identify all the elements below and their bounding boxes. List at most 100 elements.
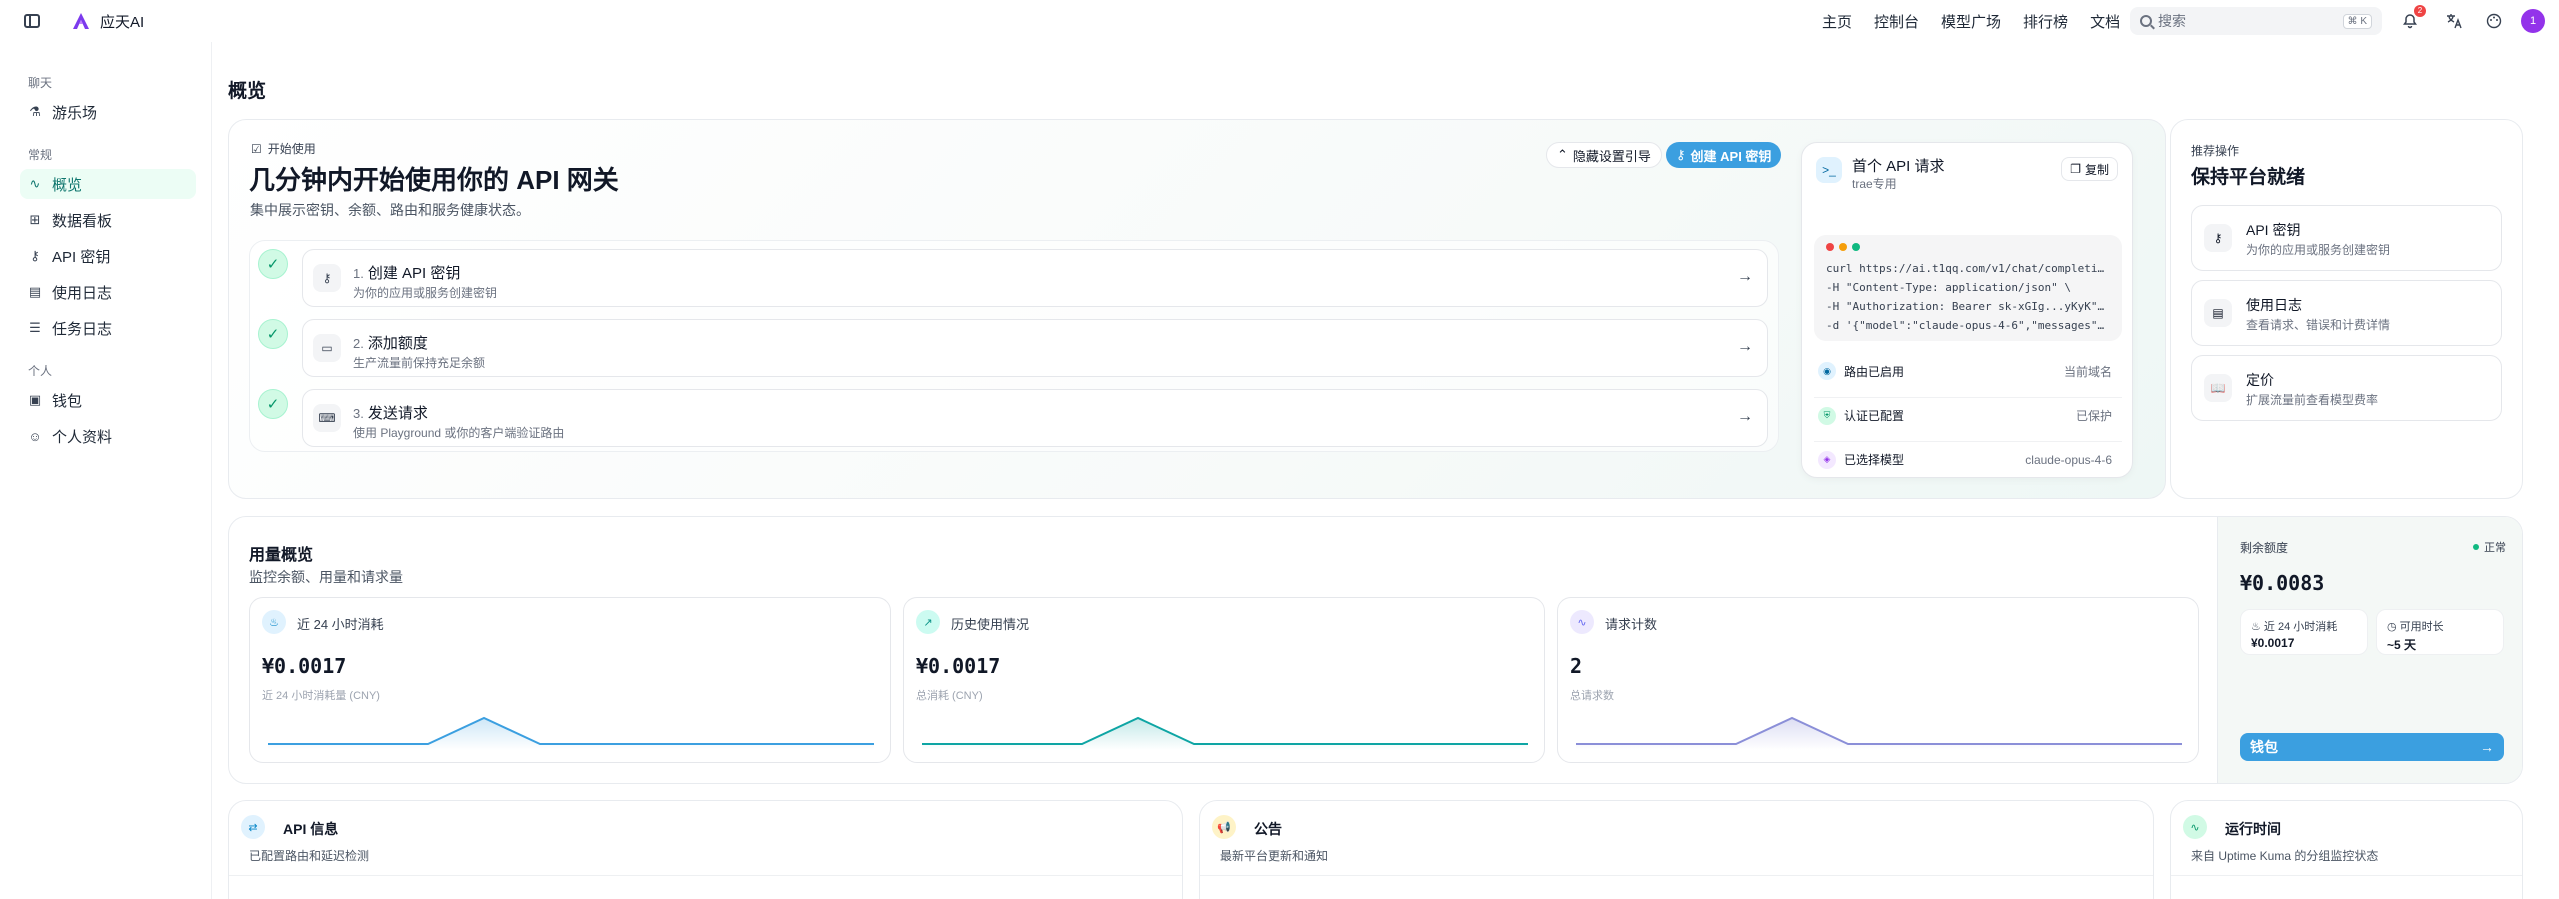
status-text: 正常 bbox=[2484, 542, 2506, 554]
button-label: 复制 bbox=[2084, 162, 2109, 177]
metric-value: ¥0.0017 bbox=[916, 654, 1001, 678]
mini-label-text: 近 24 小时消耗 bbox=[2263, 621, 2338, 633]
wallet-button[interactable]: 钱包 → bbox=[2240, 733, 2504, 761]
usage-subtitle: 监控余额、用量和请求量 bbox=[249, 569, 403, 585]
nav-models[interactable]: 模型广场 bbox=[1941, 11, 2001, 32]
code-line: -d '{"model":"claude-opus-4-6","messages… bbox=[1826, 319, 2110, 332]
metric-sub: 近 24 小时消耗量 (CNY) bbox=[262, 690, 380, 702]
notification-badge: 2 bbox=[2414, 5, 2426, 17]
sparkline-24h bbox=[268, 716, 874, 750]
window-dots bbox=[1826, 243, 2110, 251]
row-value: 当前域名 bbox=[2063, 364, 2112, 379]
translate-icon[interactable] bbox=[2444, 11, 2464, 31]
step-add-credit[interactable]: ▭ 2. 添加额度 生产流量前保持充足余额 → bbox=[302, 319, 1768, 377]
rec-item-api-keys[interactable]: ⚷ API 密钥 为你的应用或服务创建密钥 bbox=[2191, 205, 2502, 271]
step-send-request[interactable]: ⌨ 3. 发送请求 使用 Playground 或你的客户端验证路由 → bbox=[302, 389, 1768, 447]
avatar[interactable]: 1 bbox=[2521, 9, 2545, 33]
sidebar-item-wallet[interactable]: ▣ 钱包 bbox=[20, 385, 196, 415]
metric-label: 请求计数 bbox=[1605, 617, 1658, 632]
file-icon: ▤ bbox=[28, 284, 42, 299]
signal-icon: ◉ bbox=[1818, 362, 1836, 380]
file-icon: ▤ bbox=[2204, 299, 2232, 327]
card-title: 公告 bbox=[1254, 821, 1282, 837]
brand-logo-icon[interactable] bbox=[72, 12, 90, 30]
sparkline-history bbox=[922, 716, 1528, 750]
sidebar-item-label: API 密钥 bbox=[52, 248, 111, 266]
rec-item-pricing[interactable]: 📖 定价 扩展流量前查看模型费率 bbox=[2191, 355, 2502, 421]
hero-title: 几分钟内开始使用你的 API 网关 bbox=[249, 165, 619, 195]
copy-icon: ❐ bbox=[2070, 162, 2081, 176]
metric-request-count[interactable]: ∿ 请求计数 2 总请求数 bbox=[1557, 597, 2199, 763]
page-title: 概览 bbox=[228, 81, 267, 102]
activity-icon: ∿ bbox=[29, 176, 41, 191]
metric-24h-consumption[interactable]: ♨ 近 24 小时消耗 ¥0.0017 近 24 小时消耗量 (CNY) bbox=[249, 597, 891, 763]
metric-history-usage[interactable]: ↗ 历史使用情况 ¥0.0017 总消耗 (CNY) bbox=[903, 597, 1545, 763]
balance-label: 剩余额度 bbox=[2240, 541, 2289, 555]
sidebar-section-general: 常规 bbox=[28, 148, 53, 162]
sidebar-item-label: 钱包 bbox=[52, 392, 83, 410]
nav-leaderboard[interactable]: 排行榜 bbox=[2023, 11, 2068, 32]
sidebar-item-usage-logs[interactable]: ▤ 使用日志 bbox=[20, 277, 196, 307]
step-title-text: 创建 API 密钥 bbox=[367, 265, 461, 282]
mini-24h-consumption: ♨ 近 24 小时消耗 ¥0.0017 bbox=[2240, 609, 2368, 655]
hide-guide-button[interactable]: ⌃ 隐藏设置引导 bbox=[1546, 142, 1662, 168]
nav-console[interactable]: 控制台 bbox=[1874, 11, 1919, 32]
key-icon: ⚷ bbox=[1676, 147, 1686, 162]
search-input[interactable]: 搜索 ⌘ K bbox=[2130, 7, 2382, 35]
api-info-card: ⇄ API 信息 已配置路由和延迟检测 bbox=[228, 800, 1183, 899]
user-icon: ☺ bbox=[28, 428, 42, 444]
sidebar-item-label: 游乐场 bbox=[52, 104, 98, 122]
bell-icon[interactable]: 2 bbox=[2400, 5, 2426, 31]
create-api-key-button[interactable]: ⚷ 创建 API 密钥 bbox=[1666, 142, 1782, 168]
sidebar-item-overview[interactable]: ∿ 概览 bbox=[20, 169, 196, 199]
top-nav: 主页 控制台 模型广场 排行榜 文档 bbox=[1822, 0, 2142, 42]
sidebar-item-task-logs[interactable]: ☰ 任务日志 bbox=[20, 313, 196, 343]
row-key: 路由已启用 bbox=[1844, 364, 1905, 379]
brand-name[interactable]: 应天AI bbox=[100, 11, 144, 32]
card-icon: ▭ bbox=[313, 334, 341, 362]
balance-panel: 剩余额度 正常 ¥0.0083 ♨ 近 24 小时消耗 ¥0.0017 ◷ 可用… bbox=[2217, 517, 2522, 783]
mini-label: ◷ 可用时长 bbox=[2387, 618, 2444, 634]
card-desc: 最新平台更新和通知 bbox=[1220, 849, 1329, 863]
nav-home[interactable]: 主页 bbox=[1822, 11, 1852, 32]
sidebar-section-chat: 聊天 bbox=[28, 76, 53, 90]
card-title: API 信息 bbox=[283, 821, 339, 837]
mini-value: ¥0.0017 bbox=[2251, 636, 2295, 650]
button-label: 创建 API 密钥 bbox=[1690, 148, 1772, 164]
step-number: 2. bbox=[353, 336, 364, 351]
sidebar-item-label: 使用日志 bbox=[52, 284, 113, 302]
copy-button[interactable]: ❐ 复制 bbox=[2061, 157, 2118, 181]
sidebar-toggle-icon[interactable] bbox=[24, 14, 40, 28]
rec-item-title: 使用日志 bbox=[2246, 297, 2302, 313]
sidebar-item-playground[interactable]: ⚗ 游乐场 bbox=[20, 97, 196, 127]
row-value: 已保护 bbox=[2075, 409, 2112, 423]
usage-overview-card: 用量概览 监控余额、用量和请求量 ♨ 近 24 小时消耗 ¥0.0017 近 2… bbox=[228, 516, 2523, 784]
flask-icon: ⚗ bbox=[29, 104, 41, 119]
sidebar-item-dashboard[interactable]: ⊞ 数据看板 bbox=[20, 205, 196, 235]
panel-title: 首个 API 请求 bbox=[1852, 158, 1945, 175]
step-create-key[interactable]: ⚷ 1. 创建 API 密钥 为你的应用或服务创建密钥 → bbox=[302, 249, 1768, 307]
sidebar-item-api-keys[interactable]: ⚷ API 密钥 bbox=[20, 241, 196, 271]
metric-label: 历史使用情况 bbox=[951, 617, 1030, 632]
nav-docs[interactable]: 文档 bbox=[2090, 11, 2120, 32]
card-desc: 来自 Uptime Kuma 的分组监控状态 bbox=[2191, 849, 2379, 863]
tag-label: 开始使用 bbox=[267, 142, 316, 156]
arrow-right-icon: → bbox=[1737, 408, 1753, 425]
key-icon: ⚷ bbox=[2204, 224, 2232, 252]
rec-item-usage-logs[interactable]: ▤ 使用日志 查看请求、错误和计费详情 bbox=[2191, 280, 2502, 346]
getting-started-card: ☑ 开始使用 几分钟内开始使用你的 API 网关 集中展示密钥、余额、路由和服务… bbox=[228, 119, 2166, 499]
sidebar-item-profile[interactable]: ☺ 个人资料 bbox=[20, 421, 196, 451]
palette-icon[interactable] bbox=[2484, 11, 2504, 31]
code-line: curl https://ai.t1qq.com/v1/chat/complet… bbox=[1826, 262, 2110, 275]
getting-started-tag: ☑ 开始使用 bbox=[251, 140, 316, 157]
key-icon: ⚷ bbox=[313, 264, 341, 292]
list-icon: ☰ bbox=[29, 320, 41, 335]
clock-icon: ◷ bbox=[2387, 621, 2400, 633]
arrow-right-icon: → bbox=[1737, 268, 1753, 285]
sidebar-item-label: 数据看板 bbox=[52, 212, 113, 230]
code-block[interactable]: curl https://ai.t1qq.com/v1/chat/complet… bbox=[1814, 235, 2122, 341]
status-badge: 正常 bbox=[2473, 539, 2506, 555]
divider bbox=[2171, 875, 2522, 876]
sidebar-section-personal: 个人 bbox=[28, 364, 53, 378]
metric-sub: 总消耗 (CNY) bbox=[916, 690, 983, 702]
